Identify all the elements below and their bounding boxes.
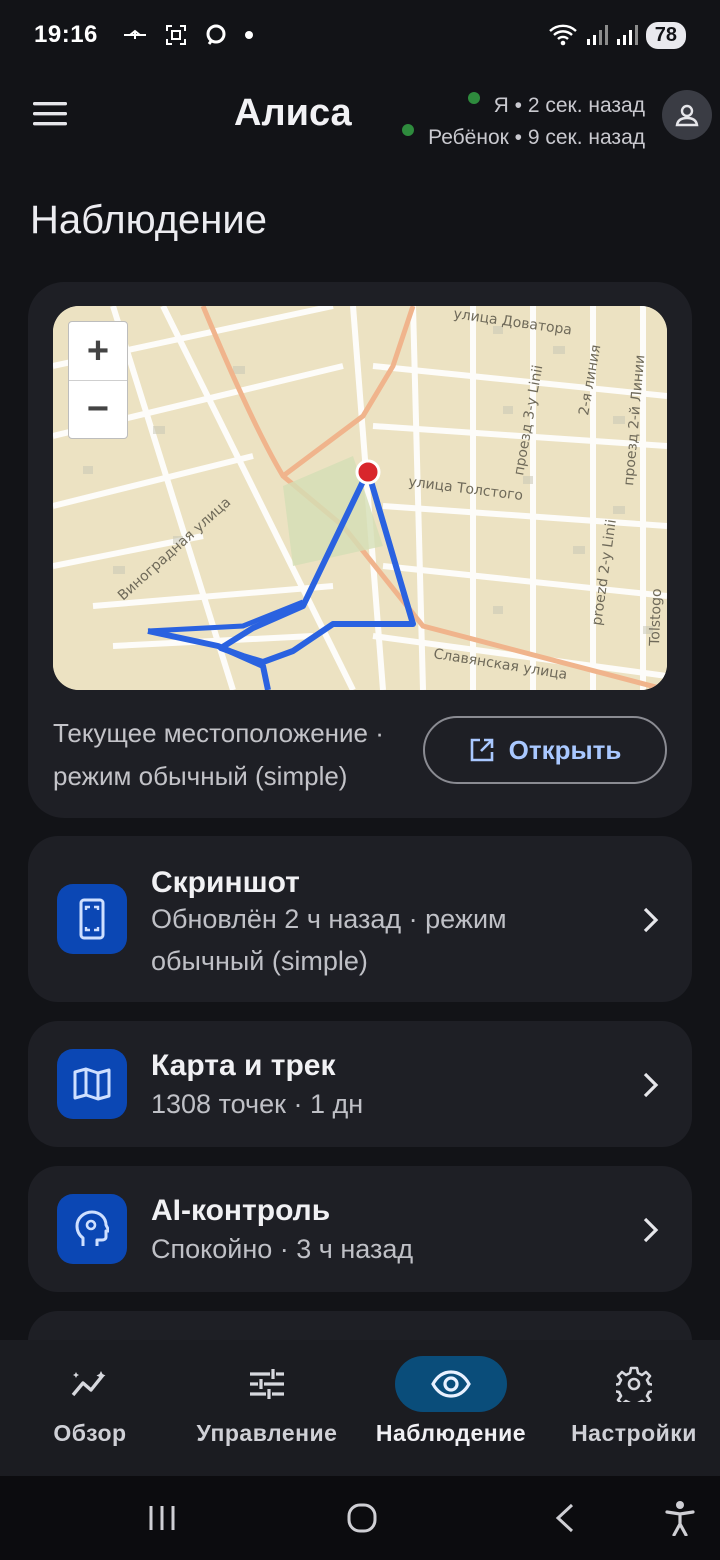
location-card: улица Доватора улица Толстого Виноградна… (28, 282, 692, 818)
accessibility-button[interactable] (660, 1498, 700, 1538)
map-icon (57, 1049, 127, 1119)
chevron-right-icon (643, 1217, 659, 1243)
gear-icon (578, 1356, 690, 1412)
map-track-title: Карта и трек (151, 1049, 336, 1082)
nav-settings[interactable]: Настройки (544, 1340, 720, 1476)
status-time: 19:16 (34, 21, 98, 48)
home-button[interactable] (342, 1498, 382, 1538)
chevron-right-icon (643, 907, 659, 933)
hamburger-icon (33, 102, 67, 126)
zoom-control: + − (68, 321, 128, 439)
accessibility-icon (665, 1501, 695, 1536)
open-map-button[interactable]: Открыть (423, 716, 667, 784)
home-icon (347, 1503, 377, 1533)
status-right: 78 (548, 21, 686, 49)
back-icon (555, 1503, 574, 1533)
online-dot (467, 92, 480, 104)
top-app-bar: Алиса Я • 2 сек. назад Ребёнок • 9 сек. … (0, 70, 720, 160)
ai-head-icon (57, 1194, 127, 1264)
open-button-label: Открыть (508, 734, 622, 765)
presence-child-text: Ребёнок • 9 сек. назад (428, 126, 645, 149)
ai-control-subtitle: Спокойно · 3 ч назад (151, 1234, 414, 1264)
nav-overview-label: Обзор (53, 1420, 127, 1446)
recents-icon (149, 1506, 175, 1530)
nav-overview[interactable]: Обзор (0, 1340, 180, 1476)
presence-status: Я • 2 сек. назад Ребёнок • 9 сек. назад (402, 90, 645, 154)
nav-management-label: Управление (196, 1420, 338, 1446)
map-label-tolstogo-vertical: Tolstogo (647, 588, 665, 647)
screenshot-title: Скриншот (151, 866, 300, 899)
online-dot (402, 124, 415, 136)
location-map[interactable]: улица Доватора улица Толстого Виноградна… (53, 306, 667, 690)
nav-settings-label: Настройки (571, 1420, 697, 1446)
profile-title: Алиса (234, 92, 352, 134)
account-avatar-button[interactable] (662, 90, 712, 140)
notification-icons (122, 23, 254, 47)
ai-control-card[interactable]: AI-контроль Спокойно · 3 ч назад (28, 1166, 692, 1292)
open-external-icon (470, 738, 493, 762)
presence-row-child: Ребёнок • 9 сек. назад (402, 122, 645, 154)
nav-management[interactable]: Управление (177, 1340, 357, 1476)
menu-button[interactable] (22, 90, 78, 138)
nav-monitoring[interactable]: Наблюдение (361, 1340, 541, 1476)
current-location-marker (355, 459, 381, 485)
wifi-icon (548, 24, 577, 46)
dot-icon (244, 31, 253, 39)
page-title: Наблюдение (30, 198, 267, 242)
person-icon (675, 104, 699, 127)
presence-row-me: Я • 2 сек. назад (402, 90, 645, 122)
recent-apps-button[interactable] (142, 1498, 182, 1538)
bottom-navigation: Обзор Управление Наблюдение Настройки (0, 1340, 720, 1476)
chat-icon (206, 24, 226, 45)
map-track-card[interactable]: Карта и трек 1308 точек · 1 дн (28, 1021, 692, 1147)
drone-icon (123, 29, 146, 39)
overview-icon (34, 1356, 146, 1412)
chevron-right-icon (643, 1072, 659, 1098)
location-caption: Текущее местоположение · режим обычный (… (53, 718, 384, 791)
system-navigation-bar (0, 1476, 720, 1560)
screenshot-subtitle: Обновлён 2 ч назад · режим обычный (simp… (151, 904, 507, 976)
status-bar: 19:16 78 (0, 0, 720, 70)
screenshot-frame-icon (165, 25, 186, 45)
back-button[interactable] (545, 1498, 585, 1538)
signal-icon-2 (616, 25, 638, 45)
battery-level: 78 (645, 21, 686, 49)
eye-icon (395, 1356, 507, 1412)
screenshot-card[interactable]: Скриншот Обновлён 2 ч назад · режим обыч… (28, 836, 692, 1002)
zoom-out-button[interactable]: − (69, 380, 127, 438)
phone-screenshot-icon (57, 884, 127, 954)
map-track-subtitle: 1308 точек · 1 дн (151, 1089, 364, 1119)
ai-control-title: AI-контроль (151, 1194, 331, 1227)
presence-me-text: Я • 2 сек. назад (493, 94, 645, 117)
map-tiles: улица Доватора улица Толстого Виноградна… (53, 306, 667, 690)
nav-monitoring-label: Наблюдение (375, 1420, 527, 1446)
sliders-icon (211, 1356, 323, 1412)
zoom-in-button[interactable]: + (69, 322, 127, 380)
signal-icon-1 (586, 25, 608, 45)
